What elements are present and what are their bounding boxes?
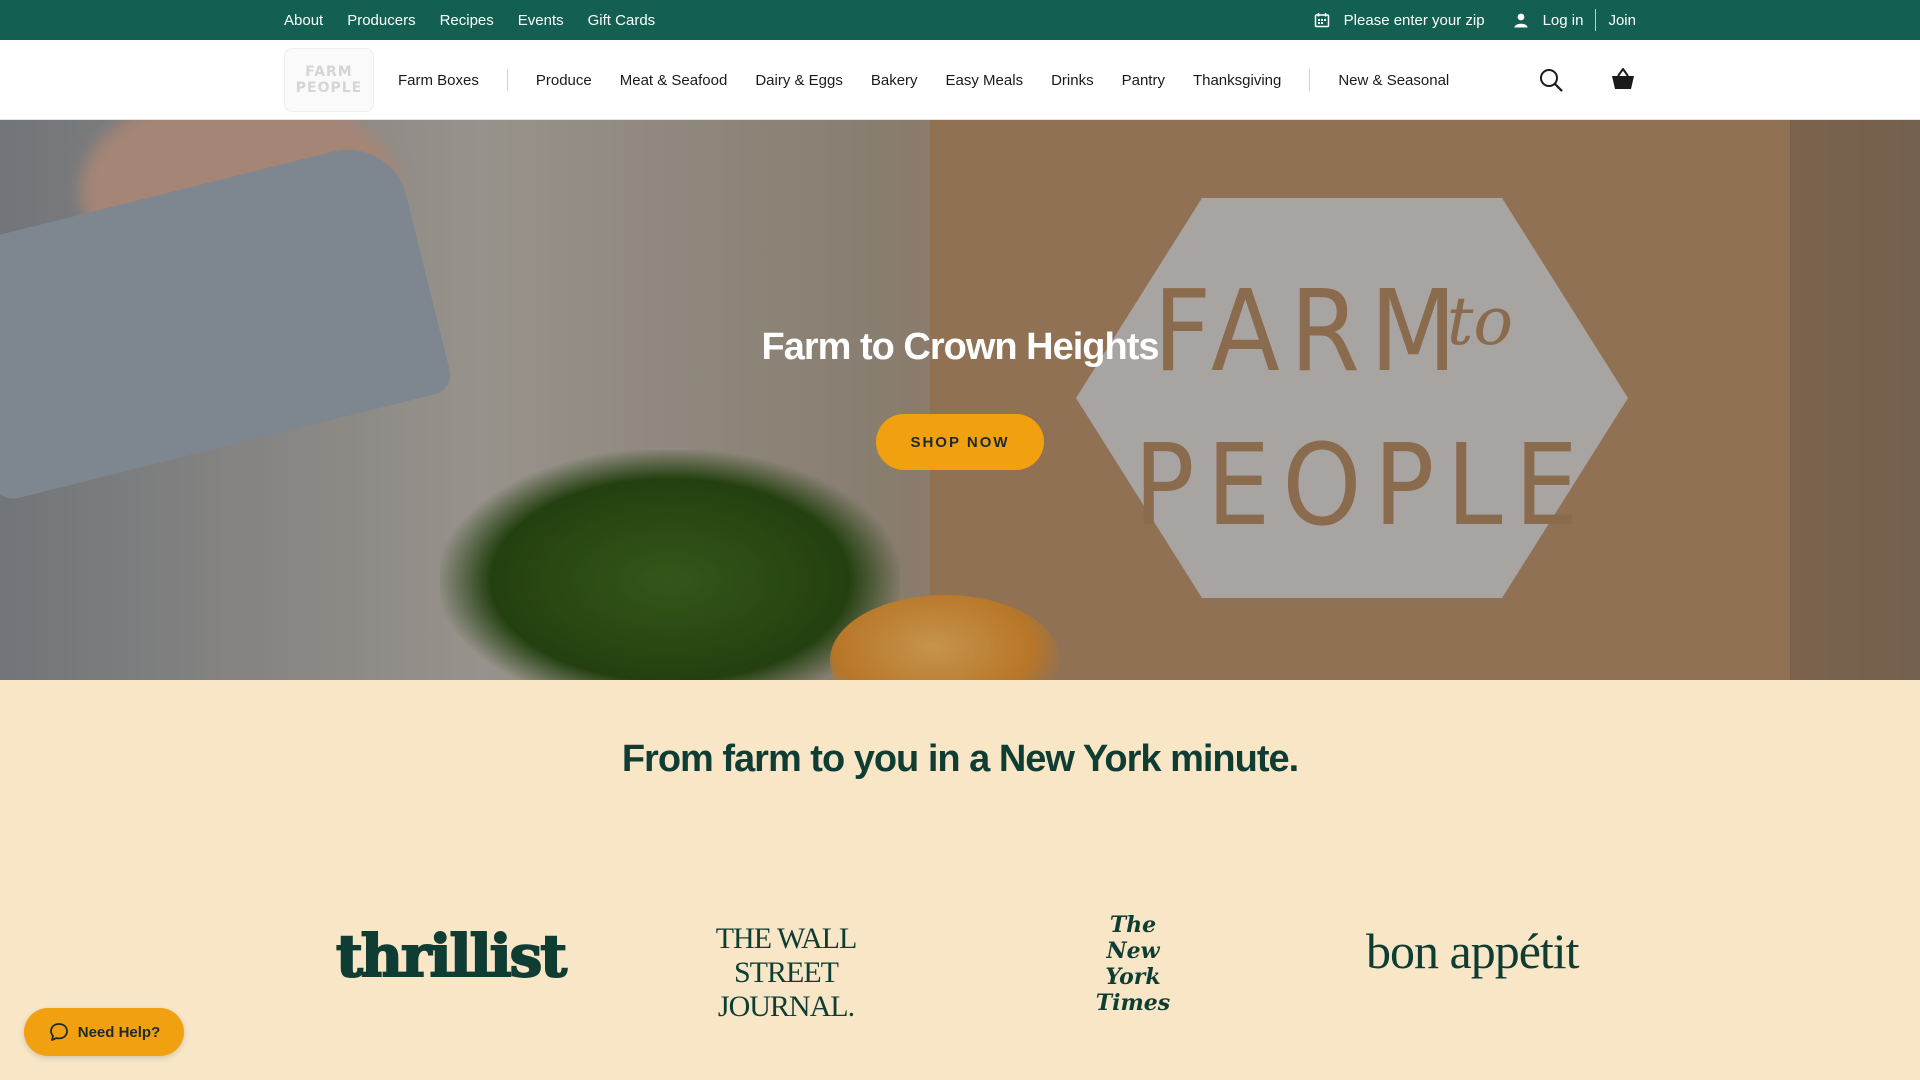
about-link[interactable]: About — [284, 12, 323, 29]
nyt-line1: The — [1109, 912, 1157, 938]
cart-button[interactable] — [1610, 66, 1636, 92]
utility-bar: About Producers Recipes Events Gift Card… — [0, 0, 1920, 40]
nyt-line2: New York — [1105, 938, 1161, 990]
shop-now-button[interactable]: SHOP NOW — [876, 414, 1044, 470]
hero-banner: FARM to PEOPLE — [0, 120, 1920, 680]
zip-label: Please enter your zip — [1343, 11, 1485, 29]
need-help-button[interactable]: Need Help? — [24, 1008, 184, 1056]
wsj-logo: THE WALL STREET JOURNAL. — [680, 922, 892, 1024]
hero-title: Farm to Crown Heights — [761, 326, 1159, 368]
chat-bubble-icon — [49, 1023, 68, 1041]
basket-icon — [1612, 68, 1634, 89]
wsj-line2: JOURNAL. — [717, 990, 855, 1023]
nav-divider — [1309, 69, 1311, 91]
logo-line1: FARM — [305, 64, 353, 80]
nav-thanksgiving[interactable]: Thanksgiving — [1193, 72, 1281, 89]
nav-drinks[interactable]: Drinks — [1051, 72, 1094, 89]
hero-overlay — [0, 120, 1920, 680]
category-links: Farm Boxes Produce Meat & Seafood Dairy … — [398, 40, 1449, 120]
nav-meat-seafood[interactable]: Meat & Seafood — [620, 72, 728, 89]
need-help-label: Need Help? — [77, 1023, 161, 1041]
calendar-icon — [1314, 13, 1329, 28]
nav-farm-boxes[interactable]: Farm Boxes — [398, 72, 479, 89]
login-label: Log in — [1542, 11, 1584, 29]
nav-pantry[interactable]: Pantry — [1122, 72, 1165, 89]
nav-bakery[interactable]: Bakery — [871, 72, 918, 89]
nav-dairy-eggs[interactable]: Dairy & Eggs — [755, 72, 843, 89]
main-navigation: FARM PEOPLE Farm Boxes Produce Meat & Se… — [0, 40, 1920, 120]
recipes-link[interactable]: Recipes — [440, 12, 494, 29]
nyt-logo: The New York Times — [1080, 912, 1186, 1016]
nyt-line3: Times — [1095, 990, 1171, 1016]
join-link[interactable]: Join — [1608, 12, 1636, 29]
divider — [1595, 9, 1597, 31]
utility-links: About Producers Recipes Events Gift Card… — [284, 0, 655, 40]
thrillist-logo: thrillist — [335, 921, 568, 991]
nav-new-seasonal[interactable]: New & Seasonal — [1338, 72, 1449, 89]
logo-line2: PEOPLE — [295, 80, 363, 96]
zip-button[interactable]: Please enter your zip — [1314, 12, 1485, 29]
gift-cards-link[interactable]: Gift Cards — [588, 12, 656, 29]
wsj-line1: THE WALL STREET — [715, 922, 858, 989]
farm-to-people-logo[interactable]: FARM PEOPLE — [284, 48, 374, 112]
nav-easy-meals[interactable]: Easy Meals — [946, 72, 1024, 89]
login-button[interactable]: Log in — [1513, 11, 1584, 29]
user-icon — [1514, 13, 1528, 28]
nav-produce[interactable]: Produce — [536, 72, 592, 89]
account-area: Please enter your zip Log in Join — [1314, 0, 1636, 40]
events-link[interactable]: Events — [518, 12, 564, 29]
press-tagline: From farm to you in a New York minute. — [621, 738, 1299, 780]
search-button[interactable] — [1538, 67, 1564, 93]
nav-divider — [506, 69, 508, 91]
search-icon — [1540, 69, 1563, 92]
bon-appetit-logo: bon appétit — [1366, 923, 1580, 979]
producers-link[interactable]: Producers — [347, 12, 415, 29]
